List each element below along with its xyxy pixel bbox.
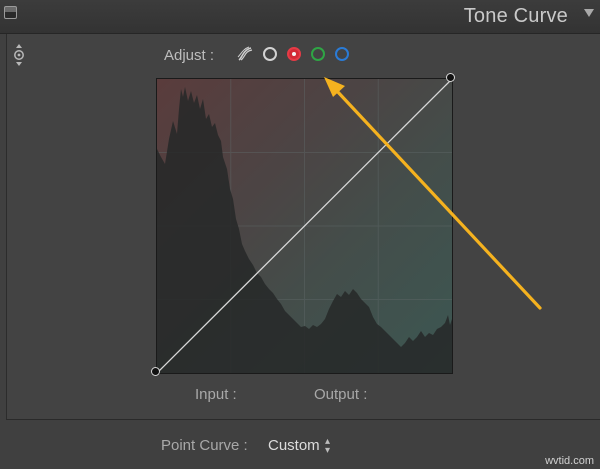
watermark: wvtid.com [545,455,594,467]
annotation-arrow-icon [324,77,542,310]
tone-curve-panel: Tone Curve Adjust : Input: Output: Poi… [0,0,600,469]
